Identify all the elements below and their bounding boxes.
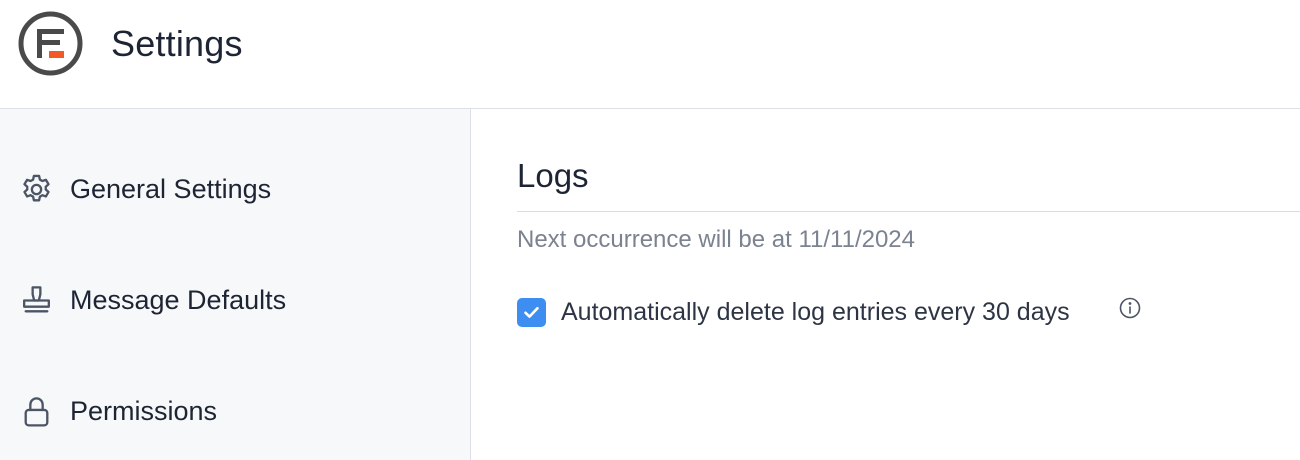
sidebar-item-permissions[interactable]: Permissions xyxy=(0,381,470,441)
settings-sidebar: General Settings Message Defaults Permis… xyxy=(0,109,471,460)
checkmark-icon xyxy=(524,306,539,318)
sidebar-item-label: Message Defaults xyxy=(70,284,287,315)
sidebar-item-message-defaults[interactable]: Message Defaults xyxy=(0,270,470,330)
auto-delete-label[interactable]: Automatically delete log entries every 3… xyxy=(561,298,1070,327)
section-divider xyxy=(517,211,1300,212)
sidebar-item-label: Permissions xyxy=(70,395,218,426)
lock-icon xyxy=(24,396,49,427)
page-title: Settings xyxy=(111,23,243,64)
page-header: Settings xyxy=(0,0,1300,109)
gear-icon xyxy=(23,174,50,201)
auto-delete-checkbox[interactable] xyxy=(517,298,546,327)
section-title: Logs xyxy=(517,157,589,194)
info-icon[interactable] xyxy=(1118,296,1142,320)
formidable-logo-icon[interactable] xyxy=(18,11,83,76)
settings-content: Logs Next occurrence will be at 11/11/20… xyxy=(472,109,1300,460)
sidebar-item-label: General Settings xyxy=(70,173,272,204)
next-occurrence-text: Next occurrence will be at 11/11/2024 xyxy=(517,226,916,253)
stamp-icon xyxy=(23,285,50,312)
sidebar-item-general-settings[interactable]: General Settings xyxy=(0,159,470,219)
